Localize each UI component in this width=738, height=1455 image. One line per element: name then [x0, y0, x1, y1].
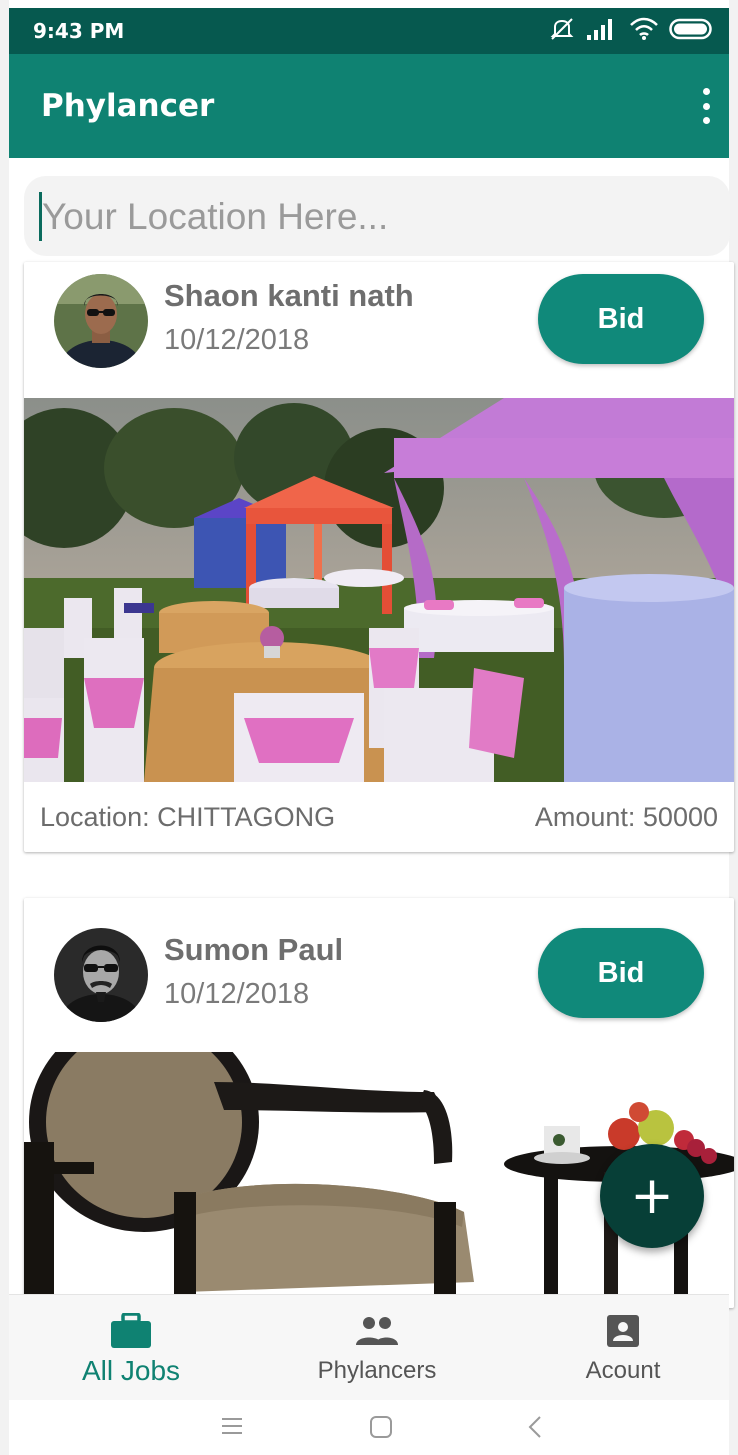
nav-label: Acount: [585, 1357, 661, 1384]
system-navigation-bar: [9, 1400, 729, 1455]
menu-icon[interactable]: [220, 1414, 244, 1442]
status-bar: 9:43 PM: [9, 8, 729, 54]
nav-label: All Jobs: [81, 1355, 181, 1386]
nav-item-all-jobs[interactable]: All Jobs: [11, 1295, 251, 1401]
mute-icon: [549, 16, 575, 42]
battery-icon: [669, 17, 715, 41]
poster-name: Shaon kanti nath: [164, 278, 414, 313]
back-icon[interactable]: [525, 1414, 545, 1444]
bid-button[interactable]: Bid: [538, 274, 704, 364]
status-icons: [549, 16, 715, 42]
avatar: [54, 928, 148, 1022]
left-frame-edge: [0, 0, 9, 1455]
job-amount: Amount: 50000: [534, 802, 718, 832]
add-job-fab[interactable]: +: [600, 1144, 704, 1248]
briefcase-icon: [109, 1313, 153, 1349]
job-card[interactable]: Shaon kanti nath 10/12/2018 Bid Location…: [24, 262, 734, 852]
menu-dot: [702, 88, 710, 95]
people-icon: [355, 1313, 399, 1349]
nav-label: Phylancers: [317, 1357, 437, 1384]
plus-icon: +: [630, 1166, 674, 1226]
menu-dot: [702, 102, 710, 110]
nav-item-phylancers[interactable]: Phylancers: [257, 1295, 497, 1401]
post-date: 10/12/2018: [164, 324, 310, 356]
post-date: 10/12/2018: [164, 978, 310, 1010]
signal-icon: [585, 17, 619, 41]
home-icon[interactable]: [368, 1414, 394, 1444]
location-input[interactable]: [40, 176, 724, 258]
app-screen: 9:43 PM Phylancer Your Location Here... …: [0, 0, 738, 1455]
location-search-box[interactable]: [24, 176, 730, 258]
wifi-icon: [629, 17, 659, 41]
app-bar: Phylancer: [9, 54, 729, 158]
more-vert-icon[interactable]: [697, 88, 715, 124]
status-time: 9:43 PM: [33, 19, 125, 43]
bid-button[interactable]: Bid: [538, 928, 704, 1018]
avatar: [54, 274, 148, 368]
account-box-icon: [606, 1313, 640, 1349]
menu-dot: [702, 117, 710, 124]
app-title: Phylancer: [41, 88, 215, 124]
bottom-navigation: All Jobs Phylancers Acount: [9, 1294, 729, 1401]
job-image-event-venue: [24, 398, 734, 782]
job-location: Location: CHITTAGONG: [40, 802, 336, 832]
poster-name: Sumon Paul: [164, 932, 344, 967]
nav-item-account[interactable]: Acount: [503, 1295, 738, 1401]
job-card[interactable]: Sumon Paul 10/12/2018 Bid: [24, 898, 734, 1308]
